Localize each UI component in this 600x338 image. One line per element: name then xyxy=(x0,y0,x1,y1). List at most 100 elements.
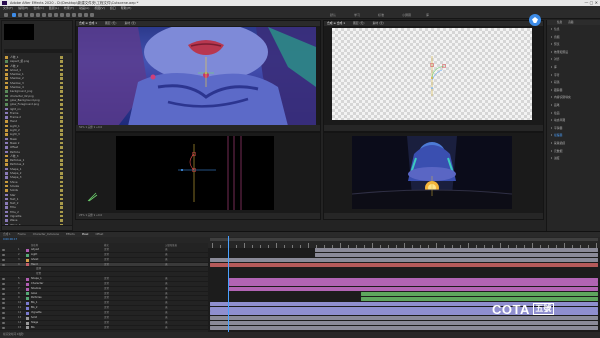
label-color-swatch[interactable] xyxy=(60,214,63,218)
right-panel-item[interactable]: 字符 xyxy=(547,72,600,80)
layer-duration-bar[interactable] xyxy=(361,292,598,297)
label-color-swatch[interactable] xyxy=(60,167,63,171)
disclosure-arrow-icon[interactable] xyxy=(551,126,552,129)
viewer-tab[interactable]: 图层 (无) xyxy=(105,21,116,25)
label-color-swatch[interactable] xyxy=(60,197,63,201)
disclosure-arrow-icon[interactable] xyxy=(551,96,552,99)
label-color-swatch[interactable] xyxy=(60,111,63,115)
layer-label-color[interactable] xyxy=(26,302,29,306)
label-color-swatch[interactable] xyxy=(60,90,63,93)
label-color-swatch[interactable] xyxy=(60,193,63,196)
right-panel-tab[interactable]: 音频 xyxy=(568,21,573,24)
visibility-eye-icon[interactable] xyxy=(2,326,5,329)
workspace-option[interactable]: 学习 xyxy=(354,12,360,18)
disclosure-arrow-icon[interactable] xyxy=(551,157,552,160)
menu-item[interactable]: 动画(A) xyxy=(79,6,89,10)
work-area-bar[interactable] xyxy=(210,238,598,241)
hand-tool-icon[interactable] xyxy=(18,13,22,17)
label-color-swatch[interactable] xyxy=(60,120,63,123)
right-panel-item[interactable]: 动态草图 xyxy=(547,117,600,125)
label-color-swatch[interactable] xyxy=(60,68,63,72)
right-panel-item[interactable]: 库 xyxy=(547,64,600,72)
composition-frame[interactable] xyxy=(78,27,316,126)
right-panel-item[interactable]: 画笔 xyxy=(547,102,600,110)
disclosure-arrow-icon[interactable] xyxy=(551,149,552,152)
label-color-swatch[interactable] xyxy=(60,129,63,132)
label-color-swatch[interactable] xyxy=(60,189,63,192)
layer-label-color[interactable] xyxy=(26,277,29,281)
layer-label-color[interactable] xyxy=(26,292,29,296)
menu-item[interactable]: 图层(L) xyxy=(49,6,59,10)
disclosure-arrow-icon[interactable] xyxy=(551,111,552,114)
layer-label-color[interactable] xyxy=(26,263,29,267)
disclosure-arrow-icon[interactable] xyxy=(551,88,552,91)
label-color-swatch[interactable] xyxy=(60,206,63,209)
layer-label-color[interactable] xyxy=(26,287,29,291)
workspace-option[interactable]: 库 xyxy=(426,12,429,18)
disclosure-arrow-icon[interactable] xyxy=(551,50,552,53)
disclosure-arrow-icon[interactable] xyxy=(551,103,552,106)
timeline-tab[interactable]: Offset xyxy=(95,233,103,236)
composition-frame-transparent[interactable] xyxy=(332,28,532,120)
timeline-layer[interactable]: 15 BG 正常 无 xyxy=(0,326,208,331)
layer-duration-bar[interactable] xyxy=(229,282,598,287)
brush-tool-icon[interactable] xyxy=(66,13,70,17)
label-color-swatch[interactable] xyxy=(60,81,63,85)
label-color-swatch[interactable] xyxy=(60,146,63,149)
label-color-swatch[interactable] xyxy=(60,73,63,76)
right-panel-item[interactable]: 对齐 xyxy=(547,56,600,64)
layer-label-color[interactable] xyxy=(26,311,29,315)
home-tool-icon[interactable] xyxy=(4,13,8,17)
camera-tool-icon[interactable] xyxy=(36,13,40,17)
timeline-tab[interactable]: Frame xyxy=(18,233,26,236)
layer-label-color[interactable] xyxy=(26,248,29,252)
layer-duration-bar[interactable] xyxy=(210,321,598,326)
viewer-tab[interactable]: 图层 (无) xyxy=(353,21,364,25)
label-color-swatch[interactable] xyxy=(60,180,63,184)
disclosure-arrow-icon[interactable] xyxy=(551,73,552,76)
label-color-swatch[interactable] xyxy=(60,163,63,166)
label-color-swatch[interactable] xyxy=(60,56,63,59)
label-color-swatch[interactable] xyxy=(60,210,63,214)
menu-item[interactable]: 文件(F) xyxy=(3,6,13,10)
viewer-footer[interactable] xyxy=(324,125,543,131)
right-panel-item[interactable]: 蒙版插值 xyxy=(547,140,600,148)
label-color-swatch[interactable] xyxy=(60,103,63,106)
label-color-swatch[interactable] xyxy=(60,137,63,141)
project-search-input[interactable] xyxy=(4,49,72,53)
workspace-option[interactable]: 标准 xyxy=(378,12,384,18)
label-color-swatch[interactable] xyxy=(60,176,63,179)
workspace-option[interactable]: 默认 xyxy=(330,12,336,18)
visibility-eye-icon[interactable] xyxy=(2,283,5,286)
roto-brush-tool-icon[interactable] xyxy=(84,13,88,17)
label-color-swatch[interactable] xyxy=(60,124,63,128)
layer-duration-bar[interactable] xyxy=(314,253,598,258)
label-color-swatch[interactable] xyxy=(60,184,63,188)
right-panel-item[interactable]: 内容识别填充 xyxy=(547,94,600,102)
current-time-indicator[interactable] xyxy=(228,236,229,332)
menu-item[interactable]: 帮助(H) xyxy=(121,6,132,10)
layer-duration-bar[interactable] xyxy=(210,326,598,330)
layer-label-color[interactable] xyxy=(26,282,29,286)
selection-tool-icon[interactable] xyxy=(12,13,16,17)
right-panel-item[interactable]: 段落 xyxy=(547,79,600,87)
right-panel-item[interactable]: 音频 xyxy=(547,34,600,42)
layer-parent-select[interactable]: 无 xyxy=(165,326,168,331)
label-color-swatch[interactable] xyxy=(60,172,63,175)
layer-duration-bar[interactable] xyxy=(361,296,598,301)
right-panel-item[interactable]: 效果和预设 xyxy=(547,49,600,57)
label-color-swatch[interactable] xyxy=(60,94,63,98)
layer-label-color[interactable] xyxy=(26,307,29,311)
composition-frame-scene[interactable] xyxy=(352,136,512,209)
viewer-tab[interactable]: 合成 ≡ 合成 1 xyxy=(79,21,97,25)
label-color-swatch[interactable] xyxy=(60,133,63,136)
visibility-eye-icon[interactable] xyxy=(2,254,5,257)
disclosure-arrow-icon[interactable] xyxy=(551,141,552,144)
label-color-swatch[interactable] xyxy=(60,150,63,154)
right-panel-item[interactable]: 绘画 xyxy=(547,110,600,118)
right-panel-item[interactable]: 摇摆器 xyxy=(547,132,600,140)
disclosure-arrow-icon[interactable] xyxy=(551,81,552,84)
timeline-tab[interactable]: Effects xyxy=(66,233,75,236)
visibility-eye-icon[interactable] xyxy=(2,307,5,310)
label-color-swatch[interactable] xyxy=(60,219,63,222)
